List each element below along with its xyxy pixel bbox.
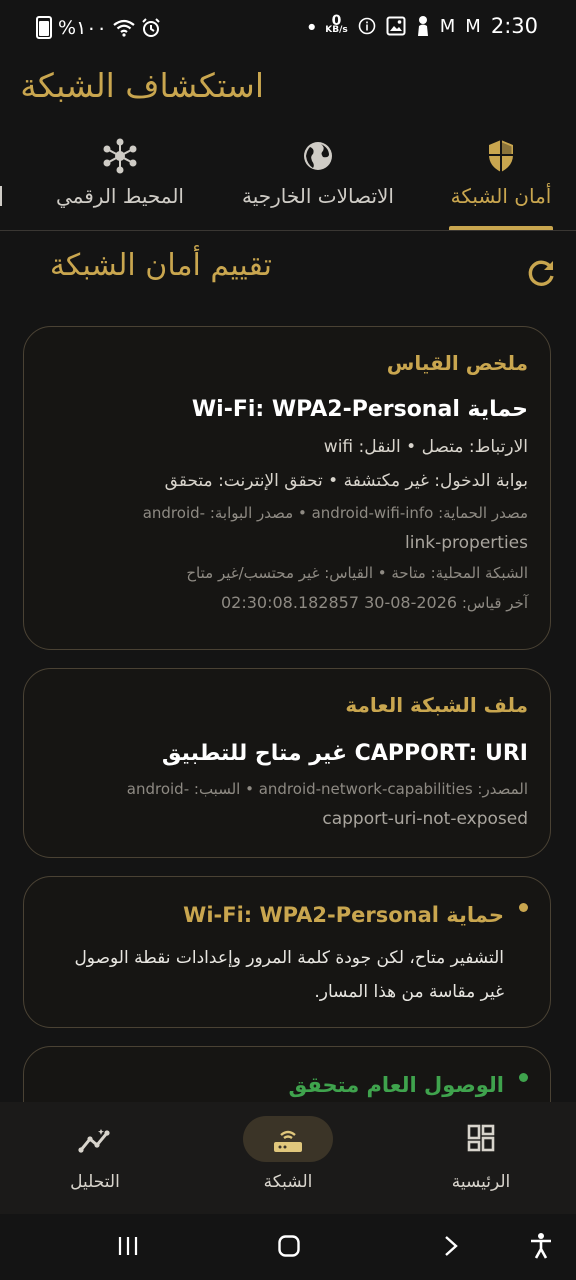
shield-icon — [489, 140, 513, 172]
section-header: تقييم أمان الشبكة — [0, 248, 576, 298]
tab-overflow-edge — [0, 186, 8, 206]
bottom-navigation: التحليل الشبكة الرئيسية — [0, 1102, 576, 1214]
finding-body: التشفير متاح، لكن جودة كلمة المرور وإعدا… — [74, 948, 504, 1002]
page-title: تقييم أمان الشبكة — [49, 248, 272, 283]
measurement-summary-card[interactable]: ملخص القياس حماية Wi-Fi: WPA2-Personal ا… — [23, 326, 551, 650]
protection-title: حماية Wi-Fi: WPA2-Personal — [191, 397, 528, 422]
nav-home[interactable]: الرئيسية — [411, 1120, 551, 1192]
nav-home-label: الرئيسية — [451, 1172, 511, 1192]
capport-source-line: المصدر: android-network-capabilities • ا… — [126, 780, 528, 798]
battery-percent: %١٠٠ — [58, 16, 107, 39]
capport-source-continued: capport-uri-not-exposed — [322, 809, 528, 829]
status-bar: %١٠٠ ● 0 KB/s M M 2:30 — [0, 0, 576, 58]
tab-bar: أمان الشبكة الاتصالات الخارجية المحيط ال… — [0, 138, 576, 230]
tab-digital-environment-label: المحيط الرقمي — [56, 184, 184, 208]
nav-analysis-label: التحليل — [70, 1172, 120, 1192]
portal-internet-line: بوابة الدخول: غير مكتشفة • تحقق الإنترنت… — [164, 471, 528, 491]
globe-icon — [304, 142, 332, 170]
wifi-icon — [113, 19, 135, 37]
protection-finding-card[interactable]: حماية Wi-Fi: WPA2-Personal التشفير متاح،… — [23, 876, 551, 1028]
mail-icon-2: M — [465, 15, 481, 37]
card-heading: ملف الشبكة العامة — [345, 693, 528, 717]
nav-network-label: الشبكة — [263, 1172, 313, 1192]
success-dot-icon — [519, 1073, 528, 1082]
home-icon[interactable] — [277, 1234, 301, 1258]
capport-title: CAPPORT: URI غير متاح للتطبيق — [161, 741, 528, 766]
dot-icon: ● — [308, 21, 316, 31]
nav-network[interactable]: الشبكة — [218, 1120, 358, 1192]
alarm-icon — [141, 17, 160, 37]
last-measurement-line: آخر قياس: 02:30:08.182857 30-08-2026 — [221, 593, 528, 612]
router-icon — [274, 1130, 302, 1152]
card-heading: ملخص القياس — [386, 351, 528, 375]
mail-icon: M — [439, 15, 456, 37]
status-right: ● 0 KB/s M M 2:30 — [308, 14, 538, 38]
recent-apps-icon[interactable] — [116, 1234, 140, 1258]
tab-external-connections[interactable]: الاتصالات الخارجية — [228, 138, 408, 230]
tab-digital-environment[interactable]: المحيط الرقمي — [46, 138, 194, 230]
tabs-divider — [0, 230, 576, 231]
analytics-icon — [78, 1129, 110, 1153]
tab-network-security-label: أمان الشبكة — [450, 184, 552, 208]
tab-network-security[interactable]: أمان الشبكة — [447, 138, 555, 230]
clock: 2:30 — [490, 14, 538, 38]
net-speed: 0 KB/s — [325, 13, 348, 35]
back-icon[interactable] — [440, 1234, 462, 1258]
finding-title: حماية Wi-Fi: WPA2-Personal — [183, 903, 504, 927]
status-left: %١٠٠ — [36, 16, 161, 39]
system-navigation-bar — [0, 1214, 576, 1280]
tab-external-connections-label: الاتصالات الخارجية — [242, 184, 394, 208]
gallery-icon — [386, 16, 406, 36]
local-network-line: الشبكة المحلية: متاحة • القياس: غير محتس… — [186, 564, 528, 582]
link-transport-line: الارتباط: متصل • النقل: wifi — [323, 437, 528, 457]
public-access-title: الوصول العام متحقق — [288, 1073, 504, 1097]
dashboard-icon — [467, 1124, 495, 1152]
accessibility-icon[interactable] — [528, 1232, 554, 1260]
public-network-profile-card[interactable]: ملف الشبكة العامة CAPPORT: URI غير متاح … — [23, 668, 551, 858]
source-line-continued: link-properties — [405, 533, 528, 553]
hub-icon — [103, 138, 137, 174]
person-icon — [417, 16, 428, 36]
app-title: استكشاف الشبكة — [20, 66, 264, 105]
source-line: مصدر الحماية: android-wifi-info • مصدر ا… — [142, 504, 528, 522]
battery-icon — [36, 16, 52, 39]
info-icon — [358, 17, 376, 35]
nav-analysis[interactable]: التحليل — [25, 1120, 165, 1192]
warning-dot-icon — [519, 903, 528, 912]
refresh-icon[interactable] — [524, 256, 558, 290]
